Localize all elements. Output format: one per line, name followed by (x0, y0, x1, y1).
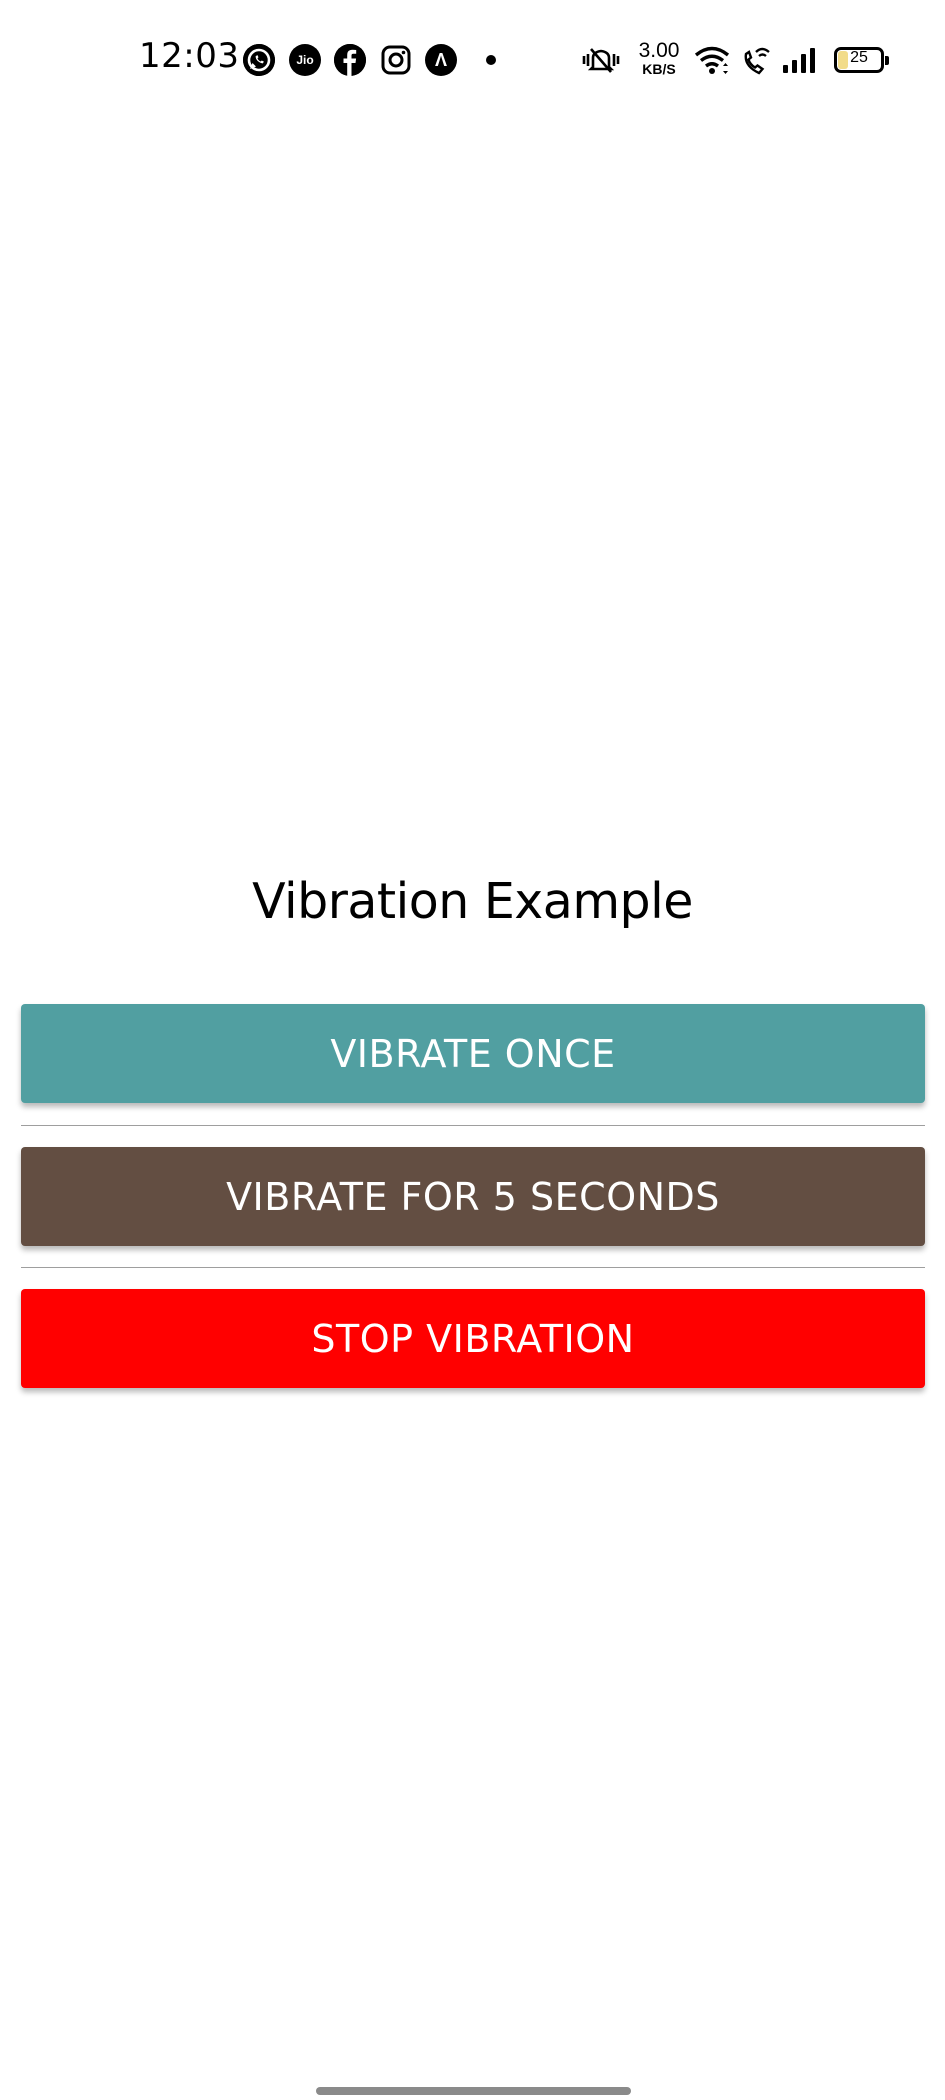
status-bar: 12:03 Jio Λ 3.00 KB/S 25 (0, 0, 945, 120)
facebook-icon (334, 44, 366, 76)
stop-vibration-button[interactable]: STOP VIBRATION (21, 1289, 925, 1388)
network-speed: 3.00 KB/S (634, 40, 684, 76)
battery-level: 25 (850, 49, 868, 66)
divider (21, 1125, 925, 1126)
wifi-calling-icon (741, 44, 771, 80)
signal-icon (781, 46, 817, 78)
vibrate-five-seconds-button[interactable]: VIBRATE FOR 5 SECONDS (21, 1147, 925, 1246)
vibrate-once-button[interactable]: VIBRATE ONCE (21, 1004, 925, 1103)
whatsapp-icon (243, 44, 275, 76)
jio-icon: Jio (289, 44, 321, 76)
divider (21, 1267, 925, 1268)
home-indicator[interactable] (316, 2087, 631, 2095)
page-title: Vibration Example (252, 873, 693, 930)
battery-icon: 25 (834, 47, 889, 73)
network-speed-unit: KB/S (642, 61, 676, 77)
app-a-icon: Λ (425, 44, 457, 76)
instagram-icon (380, 44, 412, 76)
network-speed-value: 3.00 (638, 39, 680, 62)
silent-mode-icon (581, 45, 621, 79)
status-time: 12:03 (139, 36, 240, 76)
wifi-icon (694, 44, 730, 80)
more-notifications-dot (486, 55, 496, 65)
